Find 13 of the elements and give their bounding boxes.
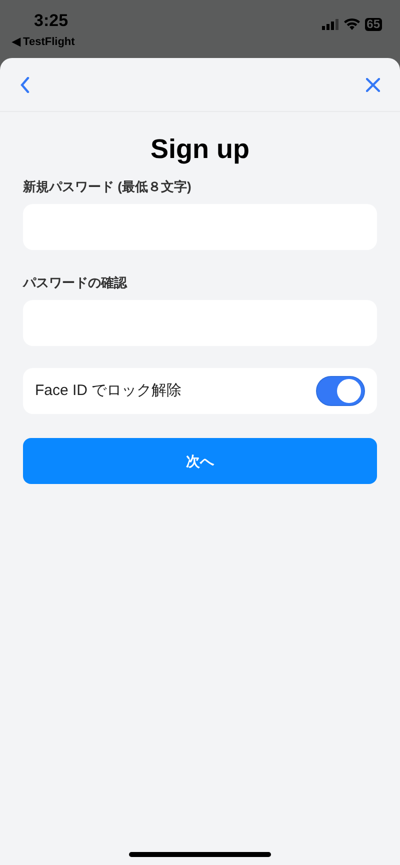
battery-icon: 65 xyxy=(364,18,382,30)
back-to-app-link[interactable]: ◀ TestFlight xyxy=(12,34,75,50)
status-time: 3:25 xyxy=(34,10,70,32)
field-label: パスワードの確認 xyxy=(23,274,128,292)
field-label: 新規パスワード (最低８文字) xyxy=(23,178,192,196)
face-id-toggle[interactable] xyxy=(316,376,365,406)
page-title: Sign up xyxy=(150,133,250,166)
back-icon[interactable] xyxy=(20,76,30,92)
next-button[interactable]: 次へ xyxy=(23,438,377,484)
close-icon[interactable] xyxy=(366,78,380,92)
wifi-icon xyxy=(344,18,360,30)
face-id-label: Face ID でロック解除 xyxy=(35,380,182,401)
signal-icon xyxy=(322,18,339,30)
